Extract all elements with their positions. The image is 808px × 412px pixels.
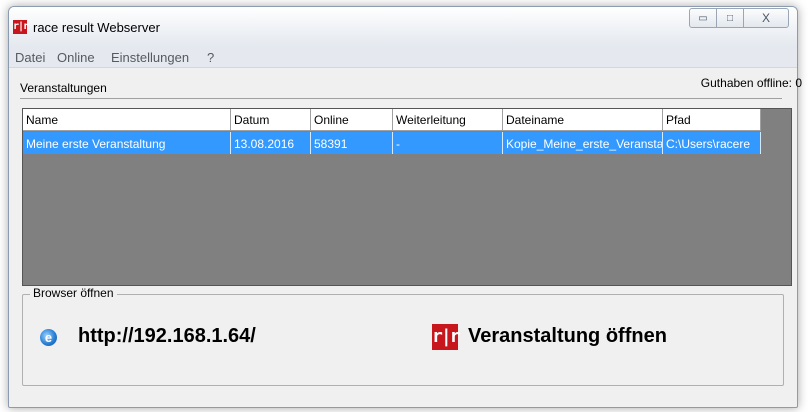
- cell-name: Meine erste Veranstaltung: [23, 132, 231, 154]
- column-header-datum[interactable]: Datum: [231, 109, 311, 131]
- section-divider: [20, 98, 782, 99]
- title-bar[interactable]: r|r race result Webserver ▭ □ X: [9, 7, 797, 47]
- open-event-link[interactable]: Veranstaltung öffnen: [468, 325, 667, 348]
- events-section-label: Veranstaltungen: [20, 81, 107, 95]
- app-logo-icon: r|r: [13, 20, 29, 34]
- table-header: Name Datum Online Weiterleitung Dateinam…: [23, 109, 761, 131]
- column-header-online[interactable]: Online: [311, 109, 393, 131]
- cell-datum: 13.08.2016: [231, 132, 311, 154]
- table-row[interactable]: Meine erste Veranstaltung 13.08.2016 583…: [23, 132, 761, 154]
- browser-groupbox-label: Browser öffnen: [30, 286, 117, 300]
- cell-pfad: C:\Users\racere: [663, 132, 761, 154]
- column-header-weiterleitung[interactable]: Weiterleitung: [393, 109, 503, 131]
- server-url-link[interactable]: http://192.168.1.64/: [78, 325, 256, 348]
- internet-explorer-icon[interactable]: e: [40, 329, 57, 346]
- minimize-button[interactable]: ▭: [689, 8, 717, 28]
- events-table[interactable]: Name Datum Online Weiterleitung Dateinam…: [22, 108, 792, 286]
- menu-bar: Datei Online Einstellungen ?: [9, 47, 797, 68]
- column-header-name[interactable]: Name: [23, 109, 231, 131]
- race-result-logo-icon[interactable]: r|r: [432, 324, 461, 350]
- close-button[interactable]: X: [743, 8, 789, 28]
- cell-online: 58391: [311, 132, 393, 154]
- caption-buttons: ▭ □ X: [689, 8, 789, 28]
- cell-dateiname: Kopie_Meine_erste_Veranstaltung: [503, 132, 663, 154]
- window-title: race result Webserver: [33, 20, 160, 35]
- menu-datei[interactable]: Datei: [15, 50, 45, 65]
- menu-einstellungen[interactable]: Einstellungen: [111, 50, 189, 65]
- column-header-pfad[interactable]: Pfad: [663, 109, 761, 131]
- credit-status: Guthaben offline: 0: [700, 76, 802, 90]
- menu-online[interactable]: Online: [57, 50, 95, 65]
- cell-weiterleitung: -: [393, 132, 503, 154]
- column-header-dateiname[interactable]: Dateiname: [503, 109, 663, 131]
- maximize-button[interactable]: □: [716, 8, 744, 28]
- menu-help[interactable]: ?: [207, 50, 214, 65]
